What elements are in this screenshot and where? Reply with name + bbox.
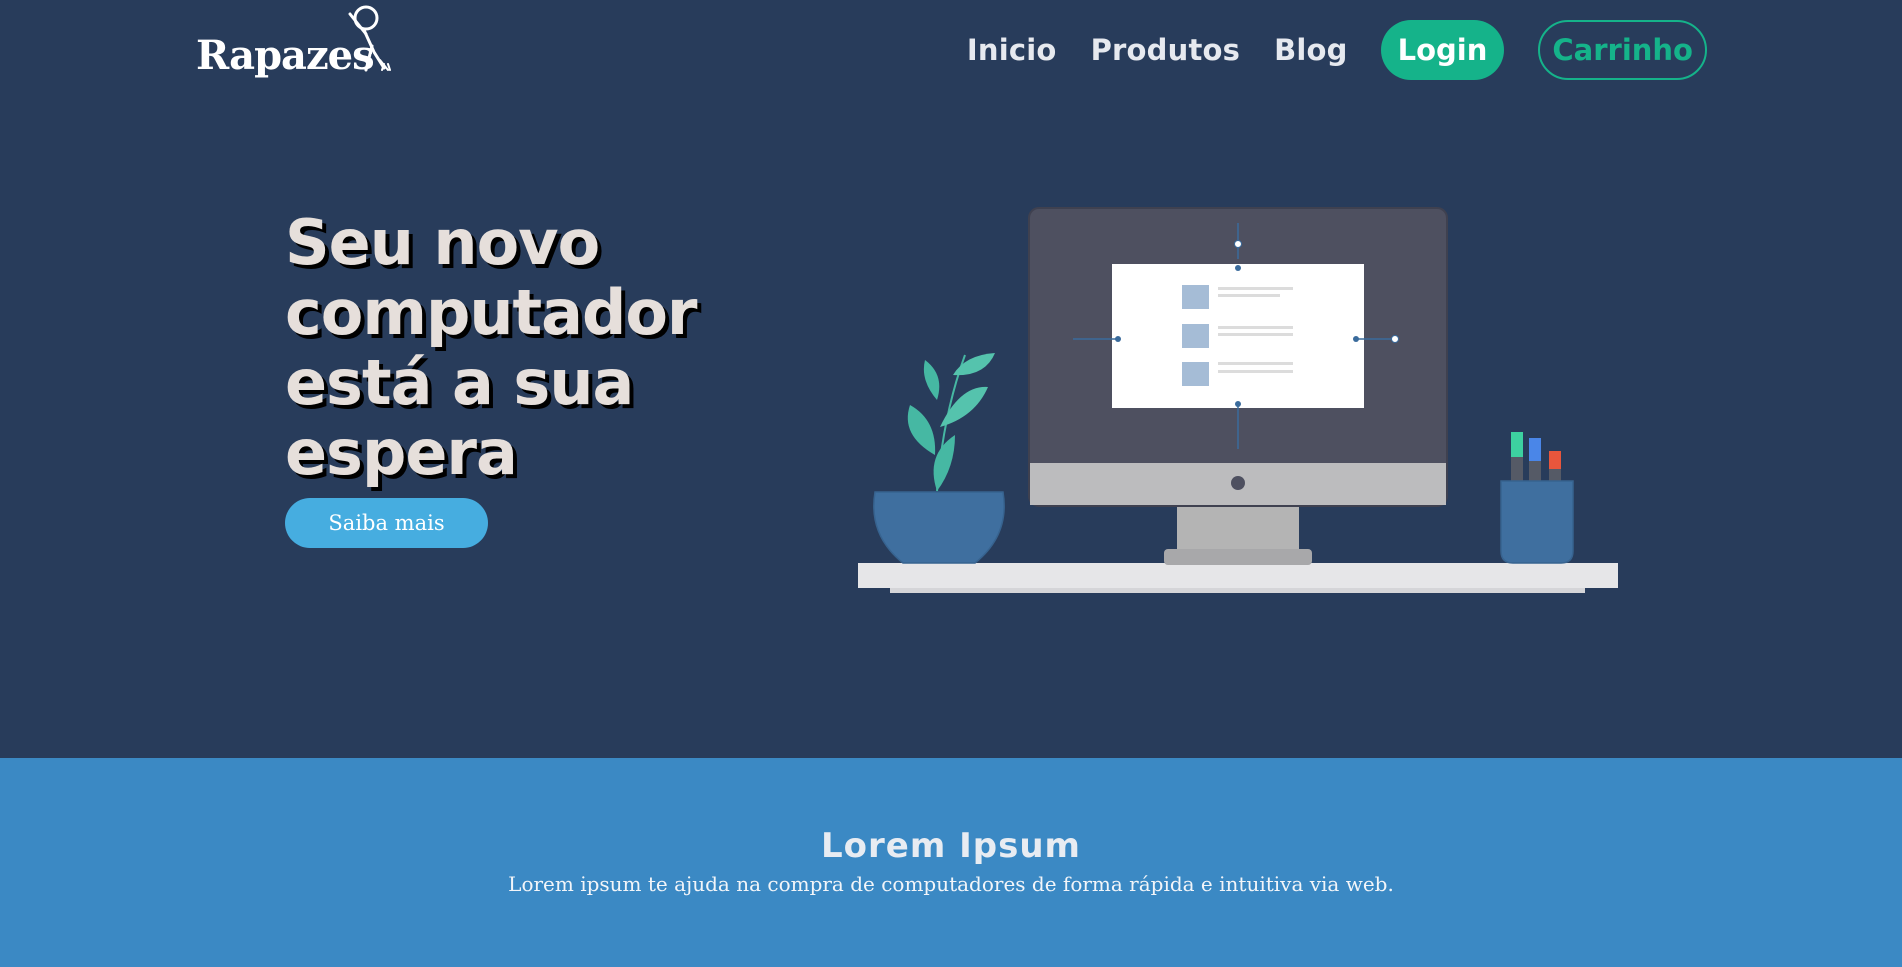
screen-item-3-line-short	[1218, 370, 1293, 373]
monitor-button	[1231, 476, 1245, 490]
plant-leaf	[953, 353, 995, 376]
screen-item-2-line-short	[1218, 333, 1293, 336]
saiba-mais-button[interactable]: Saiba mais	[285, 498, 488, 548]
screen-item-2-line	[1218, 326, 1293, 329]
desk-top	[858, 563, 1618, 588]
desktop-computer-illustration	[858, 207, 1618, 593]
screen-item-3-icon	[1182, 362, 1209, 386]
waving-person-icon	[348, 5, 391, 72]
pen-holder	[1500, 480, 1574, 564]
screen-item-1-icon	[1182, 285, 1209, 309]
plant-leaf	[923, 360, 940, 400]
screen-item-1-line	[1218, 287, 1293, 290]
screen-item-1-line-short	[1218, 294, 1280, 297]
about-text: Lorem ipsum te ajuda na compra de comput…	[508, 872, 1394, 896]
monitor-base	[1164, 549, 1312, 565]
plant-leaf	[907, 405, 936, 455]
plant-leaf	[933, 435, 955, 491]
login-button[interactable]: Login	[1380, 20, 1505, 80]
monitor-stand	[1177, 501, 1299, 555]
nav-link-inicio[interactable]: Inicio	[967, 33, 1057, 67]
main-nav: Inicio Produtos Blog Login Carrinho	[967, 20, 1707, 80]
logo[interactable]: Rapazes	[196, 4, 406, 80]
nav-link-produtos[interactable]: Produtos	[1091, 33, 1241, 67]
cart-button[interactable]: Carrinho	[1538, 20, 1707, 80]
plant-leaf	[940, 386, 988, 427]
hero-title: Seu novo computador está a sua espera	[285, 206, 698, 489]
screen-item-3-line	[1218, 362, 1293, 365]
nav-link-blog[interactable]: Blog	[1274, 33, 1348, 67]
plant-pot	[873, 491, 1005, 564]
screen-item-2-icon	[1182, 324, 1209, 348]
about-title: Lorem Ipsum	[821, 826, 1081, 866]
